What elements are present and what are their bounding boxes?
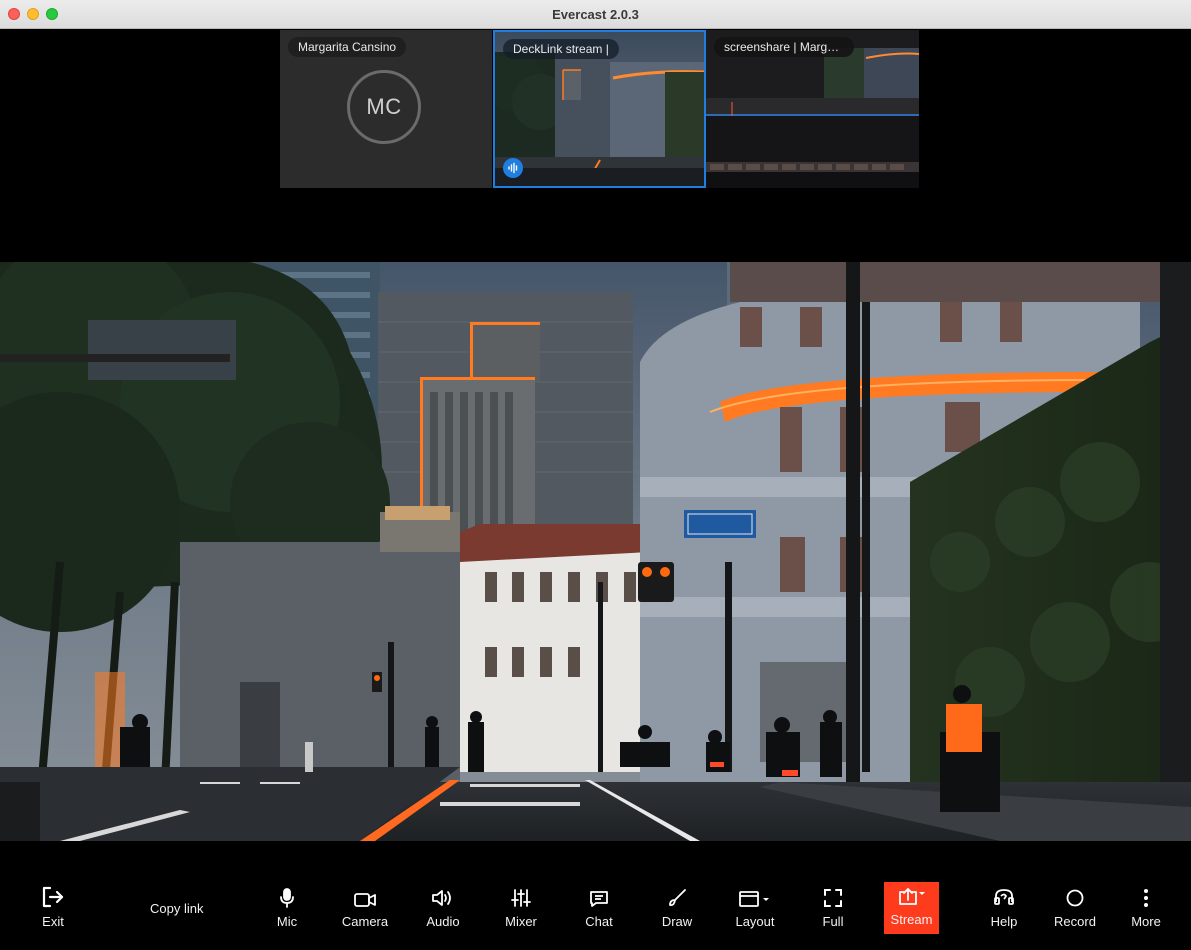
exit-button[interactable]: Exit [23,882,83,936]
layout-icon [739,882,771,908]
record-label: Record [1054,914,1096,929]
avatar: MC [347,70,421,144]
help-button[interactable]: Help [974,882,1034,936]
speaking-icon [503,158,523,178]
more-icon [1143,882,1149,908]
layout-label: Layout [735,914,775,929]
participant-tile[interactable]: Margarita Cansino MC [280,30,492,188]
camera-button[interactable]: Camera [335,882,395,936]
audio-label: Audio [426,914,460,929]
chat-icon [589,882,609,908]
camera-label: Camera [341,914,389,929]
audio-icon [431,882,455,908]
more-label: More [1131,914,1161,929]
mixer-button[interactable]: Mixer [491,882,551,936]
draw-icon [667,882,687,908]
bottom-toolbar: Exit Copy link Mic Camera Audio Mixer Ch… [0,870,1191,950]
record-button[interactable]: Record [1045,882,1105,936]
fullscreen-label: Full [822,914,844,929]
chat-button[interactable]: Chat [569,882,629,936]
stream-label: DeckLink stream | [503,39,619,59]
record-icon [1065,882,1085,908]
audio-button[interactable]: Audio [413,882,473,936]
mic-button[interactable]: Mic [257,882,317,936]
help-icon [993,882,1015,908]
decklink-stream-tile[interactable]: DeckLink stream | [493,30,706,188]
fullscreen-icon [823,882,843,908]
window-title: Evercast 2.0.3 [552,7,639,22]
layout-button[interactable]: Layout [725,882,785,936]
camera-icon [354,882,376,908]
street-scene-image [0,262,1191,841]
avatar-initials: MC [366,94,402,119]
more-button[interactable]: More [1116,882,1176,936]
draw-label: Draw [661,914,693,929]
draw-button[interactable]: Draw [647,882,707,936]
fullscreen-button[interactable]: Full [803,882,863,936]
stream-icon [897,882,927,906]
stream-label: Stream [890,912,933,927]
exit-label: Exit [42,914,64,929]
help-label: Help [990,914,1018,929]
screenshare-tile[interactable]: screenshare | Margarita... [706,30,919,188]
copy-link-button[interactable]: Copy link [150,901,203,916]
chat-label: Chat [585,914,613,929]
main-video-feed[interactable] [0,262,1191,841]
participant-name: Margarita Cansino [288,37,407,57]
screenshare-label: screenshare | Margarita... [714,37,854,57]
exit-icon [41,882,65,908]
mixer-label: Mixer [505,914,537,929]
window-titlebar: Evercast 2.0.3 [0,0,1191,29]
stream-button[interactable]: Stream [884,882,939,934]
mic-icon [279,882,295,908]
mixer-icon [511,882,531,908]
mic-label: Mic [276,914,298,929]
